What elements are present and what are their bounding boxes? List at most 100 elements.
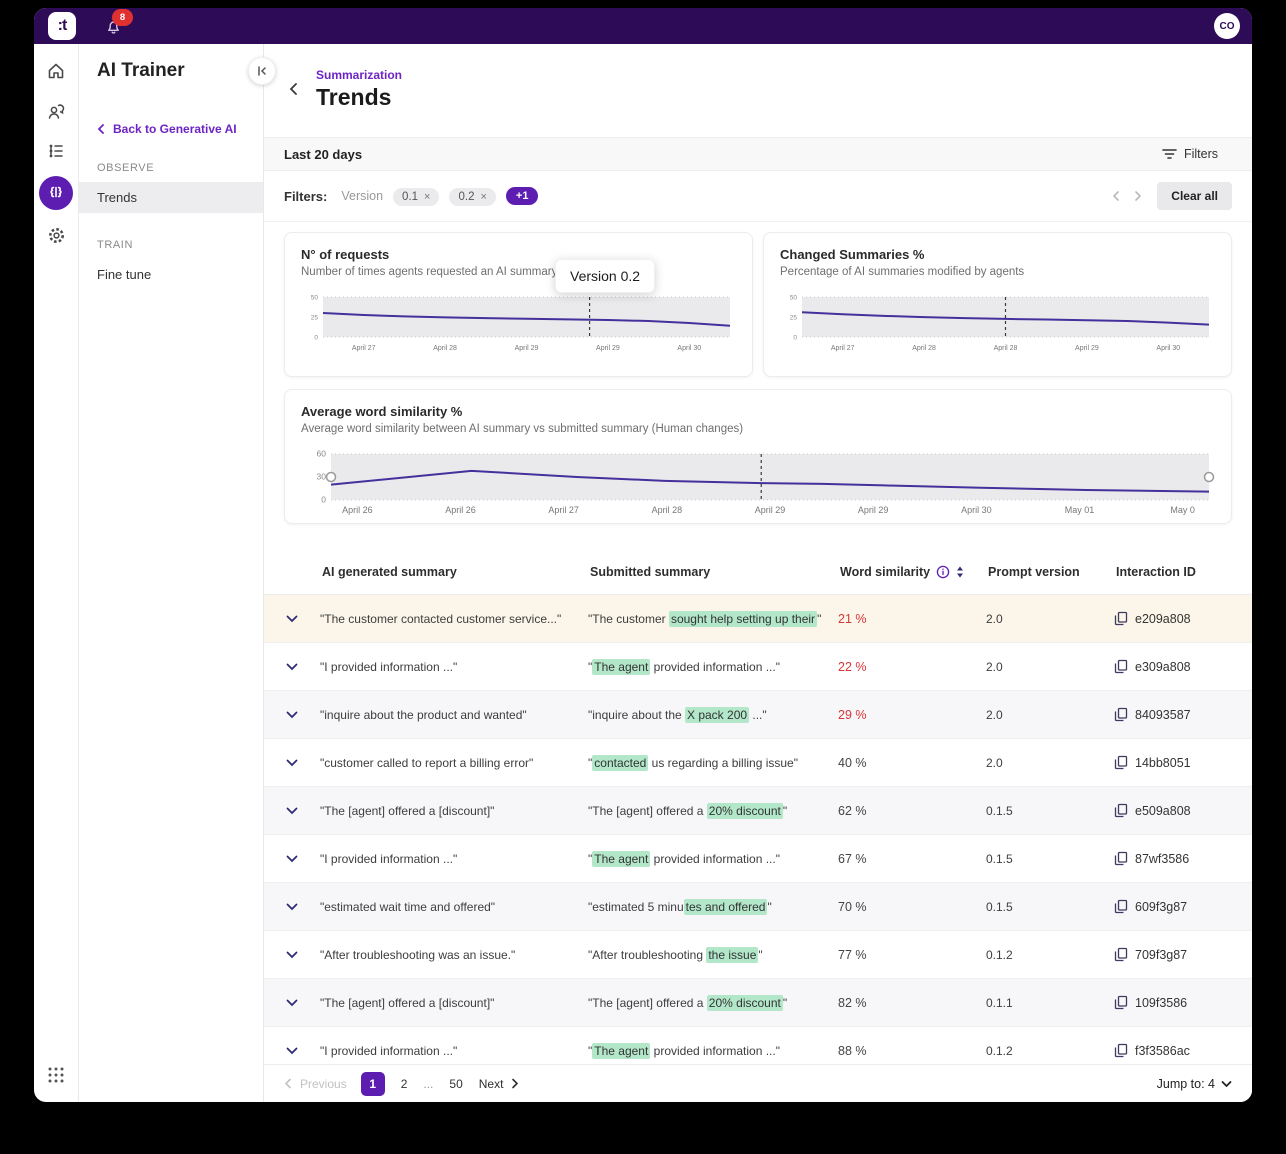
requests-chart: 02550April 27April 28April 29April 29Apr… [301,292,736,354]
sidebar-item-fine-tune[interactable]: Fine tune [79,259,263,290]
word-similarity-value: 88 % [838,1044,867,1058]
interaction-id-cell: e309a808 [1114,659,1252,674]
previous-page-button[interactable]: Previous [284,1077,347,1091]
table-row[interactable]: "The [agent] offered a [discount]""The [… [264,979,1252,1027]
copy-icon[interactable] [1114,899,1128,914]
apps-grid-icon[interactable] [45,1064,67,1086]
brand-logo[interactable]: :t [48,12,76,40]
more-filters-badge[interactable]: +1 [506,187,539,205]
copy-icon[interactable] [1114,611,1128,626]
jump-to-dropdown[interactable]: Jump to: 4 [1157,1077,1232,1091]
copy-icon[interactable] [1114,851,1128,866]
submitted-summary-cell: "contacted us regarding a billing issue" [588,756,838,770]
svg-text:April 29: April 29 [755,505,786,515]
interaction-id-cell: e509a808 [1114,803,1252,818]
sort-icon[interactable] [956,566,964,578]
page-number[interactable]: 2 [399,1077,410,1091]
copy-icon[interactable] [1114,803,1128,818]
expand-row-icon[interactable] [264,807,320,815]
expand-row-icon[interactable] [264,663,320,671]
diff-highlight: The agent [592,851,650,867]
col-interaction-id: Interaction ID [1114,565,1252,579]
ai-summary-cell: "estimated wait time and offered" [320,900,588,914]
copy-icon[interactable] [1114,1043,1128,1058]
table-body: "The customer contacted customer service… [264,595,1252,1075]
svg-text:April 29: April 29 [1075,345,1099,352]
table-row[interactable]: "After troubleshooting was an issue.""Af… [264,931,1252,979]
filters-button[interactable]: Filters [1162,147,1218,161]
diff-highlight: The agent [592,1043,650,1059]
svg-text:April 27: April 27 [548,505,579,515]
filter-chip[interactable]: 0.2× [449,188,495,206]
notifications-button[interactable]: 8 [104,17,123,36]
remove-chip-icon[interactable]: × [480,191,486,203]
breadcrumb[interactable]: Summarization [316,68,402,82]
expand-row-icon[interactable] [264,759,320,767]
interaction-id-cell: 109f3586 [1114,995,1252,1010]
page-current[interactable]: 1 [361,1072,385,1096]
filter-chip[interactable]: 0.1× [393,188,439,206]
agents-icon[interactable] [45,100,67,122]
changed-summaries-chart: 02550April 27April 28April 28April 29Apr… [780,292,1215,354]
svg-text:0: 0 [793,335,797,342]
interaction-id-cell: 609f3g87 [1114,899,1252,914]
copy-icon[interactable] [1114,659,1128,674]
page-number[interactable]: 50 [447,1077,464,1091]
svg-text:April 29: April 29 [596,345,620,352]
copy-icon[interactable] [1114,995,1128,1010]
filters-next-icon[interactable] [1134,190,1143,202]
next-page-button[interactable]: Next [479,1077,520,1091]
page-back-icon[interactable] [288,82,298,96]
submitted-summary-cell: "The customer sought help setting up the… [588,612,838,626]
remove-chip-icon[interactable]: × [424,191,430,203]
table-row[interactable]: "customer called to report a billing err… [264,739,1252,787]
copy-icon[interactable] [1114,755,1128,770]
word-similarity-chart: 03060April 26April 26April 27April 28Apr… [301,449,1215,517]
copy-icon[interactable] [1114,707,1128,722]
expand-row-icon[interactable] [264,711,320,719]
page-title: Trends [316,84,391,111]
filter-bar: Filters: Version 0.1×0.2× +1 Clear all [264,171,1252,222]
filter-field-name: Version [341,189,383,203]
user-avatar[interactable]: CO [1214,13,1240,39]
page-numbers: 12...50 [361,1072,465,1096]
ai-summary-cell: "The [agent] offered a [discount]" [320,804,588,818]
svg-text:April 30: April 30 [961,505,992,515]
info-icon[interactable] [936,565,950,579]
submitted-summary-cell: "The agent provided information ..." [588,852,838,866]
table-row[interactable]: "I provided information ...""The agent p… [264,835,1252,883]
table-row[interactable]: "The [agent] offered a [discount]""The [… [264,787,1252,835]
chart-title: Average word similarity % [301,404,1215,419]
svg-text:0: 0 [321,495,326,505]
prompt-version-cell: 0.1.5 [986,804,1114,818]
prompt-version-cell: 0.1.5 [986,852,1114,866]
sidebar-item-trends[interactable]: Trends [79,182,263,213]
clear-all-button[interactable]: Clear all [1157,182,1232,210]
expand-row-icon[interactable] [264,999,320,1007]
expand-row-icon[interactable] [264,615,320,623]
expand-row-icon[interactable] [264,1047,320,1055]
table-row[interactable]: "estimated wait time and offered""estima… [264,883,1252,931]
settings-icon[interactable] [45,224,67,246]
home-icon[interactable] [45,60,67,82]
copy-icon[interactable] [1114,947,1128,962]
section-label-observe: OBSERVE [79,136,263,182]
expand-row-icon[interactable] [264,903,320,911]
workflows-icon[interactable] [45,140,67,162]
expand-row-icon[interactable] [264,951,320,959]
expand-row-icon[interactable] [264,855,320,863]
ai-trainer-icon[interactable] [39,176,73,210]
word-similarity-value: 21 % [838,612,867,626]
submitted-summary-cell: "inquire about the X pack 200 ..." [588,708,838,722]
word-similarity-value: 77 % [838,948,867,962]
chart-tooltip: Version 0.2 [555,259,655,293]
back-to-generative-ai-link[interactable]: Back to Generative AI [79,82,263,136]
table-row[interactable]: "I provided information ...""The agent p… [264,643,1252,691]
filters-prev-icon[interactable] [1111,190,1120,202]
interaction-id-cell: e209a808 [1114,611,1252,626]
ai-summary-cell: "inquire about the product and wanted" [320,708,588,722]
chevron-right-icon [511,1078,519,1089]
table-row[interactable]: "The customer contacted customer service… [264,595,1252,643]
collapse-panel-button[interactable] [248,57,276,85]
table-row[interactable]: "inquire about the product and wanted""i… [264,691,1252,739]
